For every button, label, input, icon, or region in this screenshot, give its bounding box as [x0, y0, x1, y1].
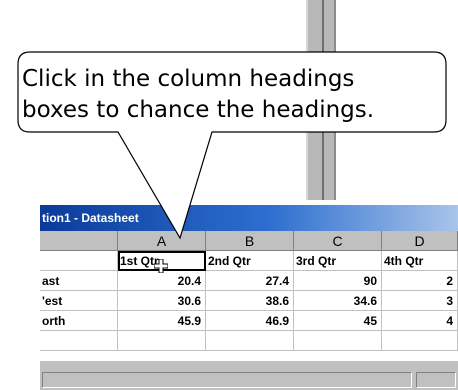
callout-line-2: boxes to chance the headings. — [22, 97, 375, 123]
callout-line-1: Click in the column headings — [22, 66, 355, 92]
callout-bubble — [17, 51, 447, 240]
callout-text: Click in the column headings boxes to ch… — [22, 64, 432, 126]
